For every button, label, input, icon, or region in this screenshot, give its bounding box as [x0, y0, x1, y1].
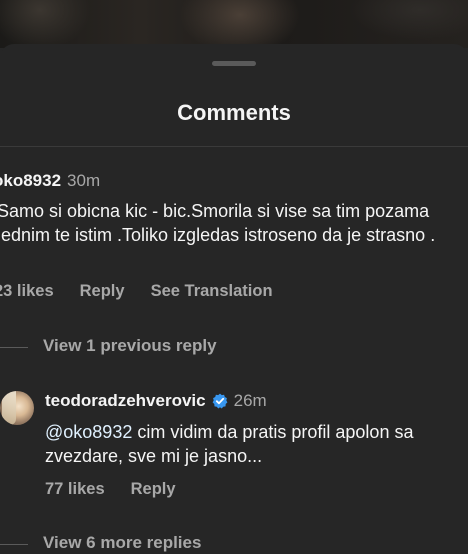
reply-username[interactable]: teodoradzehverovic [45, 391, 206, 411]
reply-reply-button[interactable]: Reply [131, 480, 176, 498]
comments-screen: Comments oko8932 30m Samo si obicna kic -… [0, 0, 468, 554]
view-previous-replies-button[interactable]: View 1 previous reply [43, 336, 217, 356]
avatar-image [2, 391, 16, 425]
reply-header: teodoradzehverovic 26m [45, 391, 267, 411]
reply-mention[interactable]: @oko8932 [45, 422, 132, 442]
reply-likes[interactable]: 77 likes [45, 480, 105, 498]
comment-likes[interactable]: 23 likes [0, 282, 54, 300]
reply-time: 26m [233, 391, 267, 410]
reply-text: @oko8932 cim vidim da pratis profil apol… [45, 420, 468, 468]
profile-avatar[interactable] [0, 391, 34, 425]
see-translation-button[interactable]: See Translation [151, 282, 273, 300]
comment-time: 30m [67, 171, 101, 190]
sheet-title: Comments [177, 100, 291, 125]
title-divider [0, 146, 468, 147]
reply-actions: 77 likes Reply [45, 480, 202, 499]
background-photo [0, 0, 468, 48]
comment-reply-button[interactable]: Reply [80, 282, 125, 300]
view-previous-line [0, 347, 28, 348]
verified-badge-icon [212, 393, 228, 409]
view-more-line [0, 544, 28, 545]
comment-actions: 23 likes Reply See Translation [0, 282, 299, 301]
drag-handle[interactable] [212, 61, 256, 66]
comment-username[interactable]: oko8932 [0, 171, 61, 190]
view-more-replies-button[interactable]: View 6 more replies [43, 533, 201, 553]
comment-text: Samo si obicna kic - bic.Smorila si vise… [0, 201, 436, 245]
comment-header: oko8932 30m [0, 171, 100, 191]
